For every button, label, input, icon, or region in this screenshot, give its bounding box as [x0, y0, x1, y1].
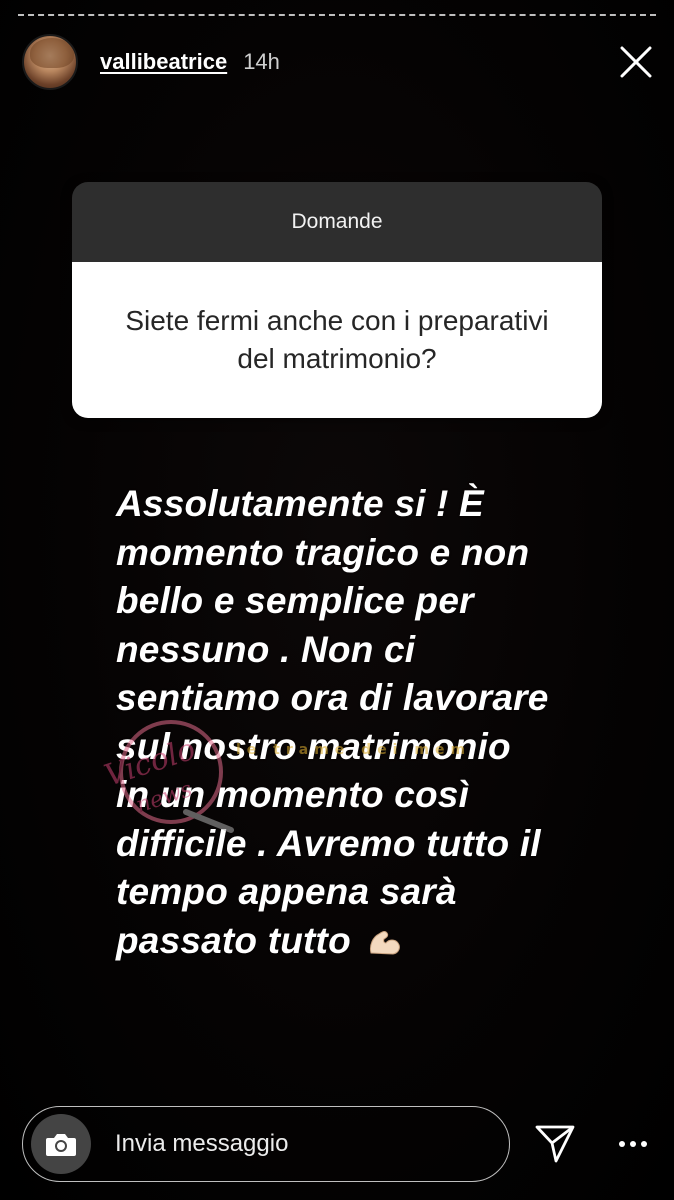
- answer-line: tempo appena sarà: [116, 871, 457, 912]
- username[interactable]: vallibeatrice: [100, 49, 227, 75]
- question-card-title: Domande: [72, 182, 602, 262]
- close-button[interactable]: [616, 42, 656, 82]
- answer-line: momento tragico e non: [116, 531, 530, 573]
- message-placeholder: Invia messaggio: [115, 1130, 289, 1157]
- answer-line: bello e semplice per: [116, 580, 474, 621]
- answer-line: difficile . Avremo tutto il: [116, 822, 541, 864]
- close-icon: [620, 46, 652, 78]
- camera-button[interactable]: [31, 1114, 91, 1174]
- story-footer: Invia messaggio: [22, 1104, 656, 1184]
- story-progress-bar: [18, 14, 656, 19]
- more-options-button[interactable]: [610, 1121, 656, 1167]
- profile-photo[interactable]: [22, 34, 78, 90]
- camera-icon: [46, 1134, 76, 1156]
- answer-line: Assolutamente si ! È: [116, 483, 484, 524]
- answer-line: nessuno . Non ci: [116, 628, 416, 670]
- story-time: 14h: [243, 49, 280, 74]
- answer-text: Assolutamente si ! È momento tragico e n…: [116, 480, 646, 965]
- question-card: Domande Siete fermi anche con i preparat…: [72, 182, 602, 418]
- question-text: Siete fermi anche con i preparativi del …: [72, 262, 602, 418]
- answer-line: passato tutto: [116, 919, 351, 961]
- answer-line: sentiamo ora di lavorare: [116, 677, 549, 718]
- message-input[interactable]: Invia messaggio: [22, 1106, 510, 1182]
- story-header: vallibeatrice 14h: [22, 32, 656, 92]
- flexed-biceps-emoji: [370, 930, 401, 955]
- answer-last-line: passato tutto: [116, 917, 646, 966]
- send-icon: [535, 1125, 575, 1163]
- answer-line: sul nostro matrimonio: [116, 725, 511, 767]
- more-icon: [619, 1141, 647, 1147]
- answer-line: in un momento così: [116, 774, 470, 815]
- send-button[interactable]: [532, 1121, 578, 1167]
